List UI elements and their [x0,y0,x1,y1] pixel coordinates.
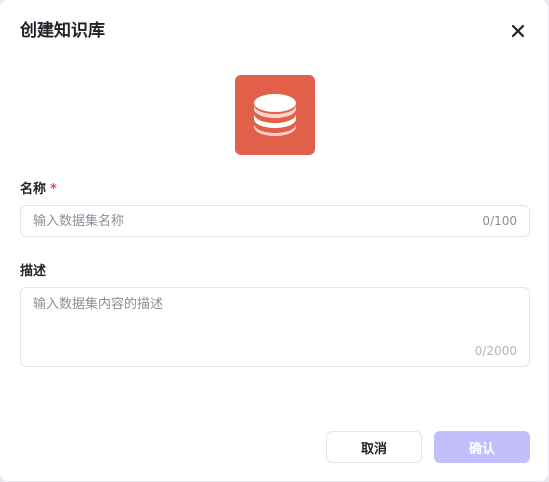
confirm-button[interactable]: 确认 [434,431,530,463]
cancel-button[interactable]: 取消 [326,431,422,463]
close-icon[interactable] [511,24,525,38]
name-label-text: 名称 [20,182,47,197]
description-char-counter: 0/2000 [474,344,517,358]
dialog-title: 创建知识库 [20,21,105,41]
close-button[interactable] [507,20,529,42]
name-label: 名称 * [20,181,57,199]
knowledge-base-icon-picker[interactable] [235,75,315,155]
create-knowledge-base-dialog: 创建知识库 名称 * 输入数据集名称 0/100 描述 输入数据集内容的描述 0/… [0,0,548,481]
name-input[interactable]: 输入数据集名称 0/100 [20,205,530,237]
description-textarea[interactable]: 输入数据集内容的描述 0/2000 [20,287,530,367]
database-icon [254,94,296,136]
required-mark: * [50,182,57,197]
description-label: 描述 [20,264,47,279]
name-input-placeholder: 输入数据集名称 [33,214,125,229]
description-placeholder: 输入数据集内容的描述 [33,297,164,312]
name-char-counter: 0/100 [482,214,517,228]
